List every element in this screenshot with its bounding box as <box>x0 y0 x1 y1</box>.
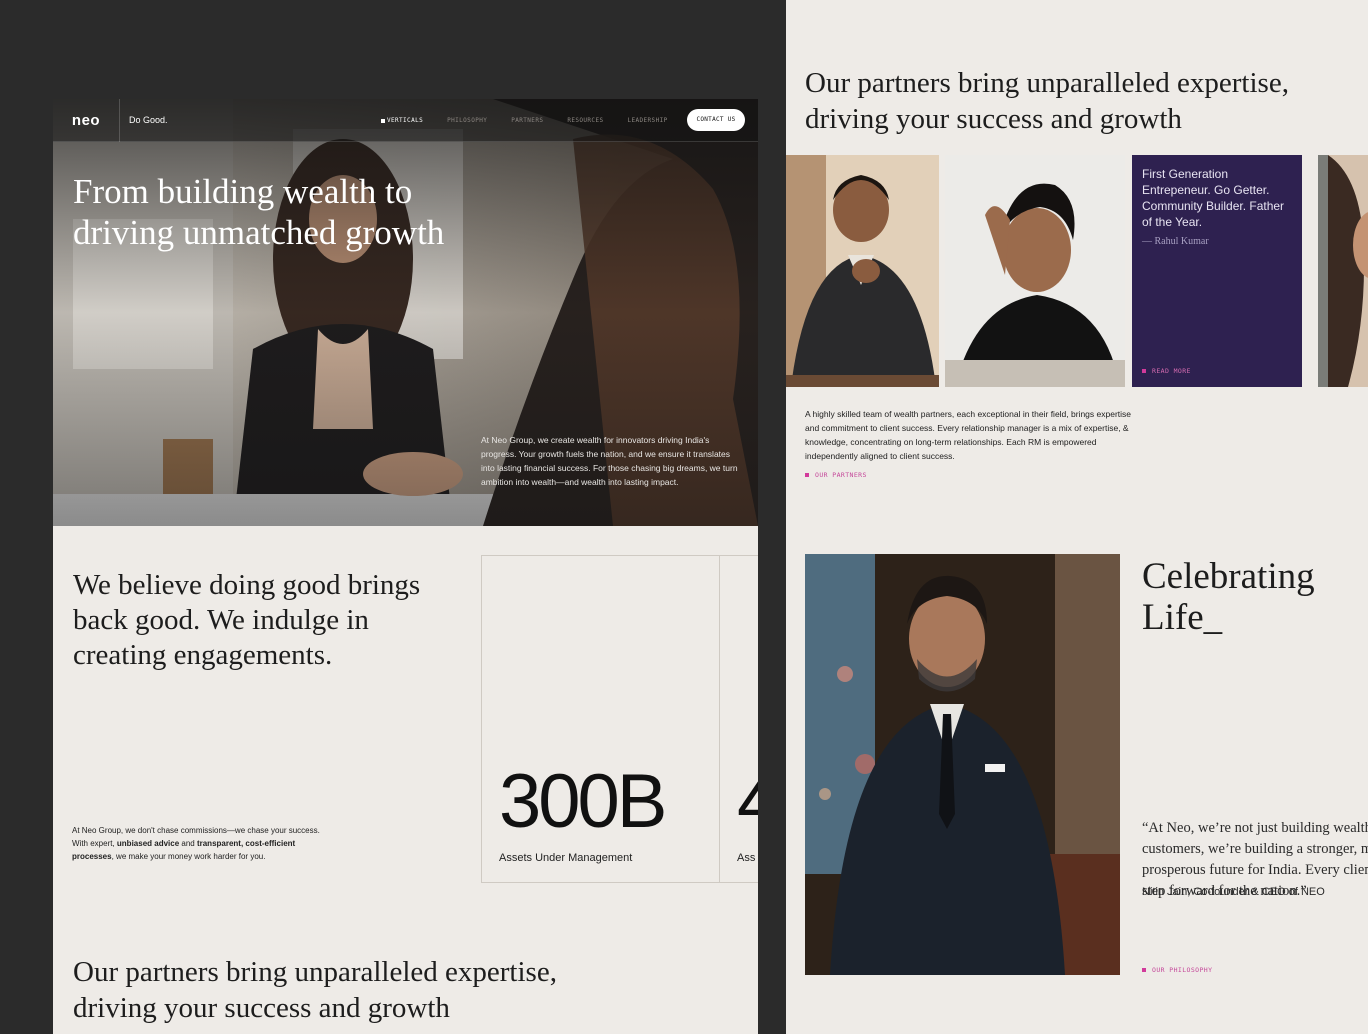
stat-card-aum: 300B Assets Under Management <box>481 555 720 883</box>
partner-quote: First Generation Entrepeneur. Go Getter.… <box>1142 167 1285 229</box>
read-more-link[interactable]: READ MORE <box>1142 367 1191 375</box>
believe-text-part: and <box>179 839 197 848</box>
nav-link-leadership[interactable]: LEADERSHIP <box>627 117 667 124</box>
contact-us-button[interactable]: CONTACT US <box>687 109 745 131</box>
nav-links: VERTICALS PHILOSOPHY PARTNERS RESOURCES … <box>381 99 668 142</box>
partner-quote-author: — Rahul Kumar <box>1142 236 1209 247</box>
hero-description: At Neo Group, we create wealth for innov… <box>481 435 738 487</box>
partners-heading: Our partners bring unparalleled expertis… <box>805 67 1289 135</box>
believe-bold-part: unbiased advice <box>116 839 180 848</box>
stat-label: Ass <box>737 852 756 864</box>
our-philosophy-link[interactable]: OUR PHILOSOPHY <box>1142 966 1212 974</box>
partner-portrait <box>1318 155 1368 387</box>
partner-photo-2[interactable] <box>945 155 1125 387</box>
nav-link-partners[interactable]: PARTNERS <box>511 117 543 124</box>
stat-card-second: 4 Ass <box>719 555 758 883</box>
hero-title: From building wealth to driving unmatche… <box>73 172 445 252</box>
partner-photo-1[interactable] <box>786 155 939 387</box>
partner-portrait <box>945 155 1125 387</box>
partners-heading: Our partners bring unparalleled expertis… <box>73 956 557 1024</box>
our-partners-link[interactable]: OUR PARTNERS <box>805 471 867 479</box>
homepage-panel: neo Do Good. VERTICALS PHILOSOPHY PARTNE… <box>53 99 758 1034</box>
celebrating-heading: Celebrating Life_ <box>1142 556 1315 638</box>
ceo-quote-author: Nitin Jain, Co-founder & CEO of NEO <box>1142 886 1325 898</box>
nav-link-verticals[interactable]: VERTICALS <box>381 117 423 124</box>
ceo-portrait <box>805 554 1120 975</box>
tagline: Do Good. <box>129 115 168 125</box>
nav-link-philosophy[interactable]: PHILOSOPHY <box>447 117 487 124</box>
believe-text-part: , we make your money work harder for you… <box>111 852 266 861</box>
partners-panel: Our partners bring unparalleled expertis… <box>786 0 1368 1034</box>
partner-portrait <box>786 155 939 387</box>
partner-quote-card[interactable]: First Generation Entrepeneur. Go Getter.… <box>1132 155 1302 387</box>
believe-description: At Neo Group, we don't chase commissions… <box>72 824 332 863</box>
neo-logo[interactable]: neo <box>53 99 120 142</box>
hero-section: neo Do Good. VERTICALS PHILOSOPHY PARTNE… <box>53 99 758 526</box>
top-nav: neo Do Good. VERTICALS PHILOSOPHY PARTNE… <box>53 99 758 142</box>
stat-value: 300B <box>499 759 667 844</box>
partners-description: A highly skilled team of wealth partners… <box>805 409 1132 461</box>
believe-heading: We believe doing good brings back good. … <box>73 569 421 671</box>
nav-link-resources[interactable]: RESOURCES <box>567 117 603 124</box>
stat-value: 4 <box>737 762 758 842</box>
partner-photo-4[interactable] <box>1318 155 1368 387</box>
ceo-photo <box>805 554 1120 975</box>
stat-label: Assets Under Management <box>499 852 633 864</box>
